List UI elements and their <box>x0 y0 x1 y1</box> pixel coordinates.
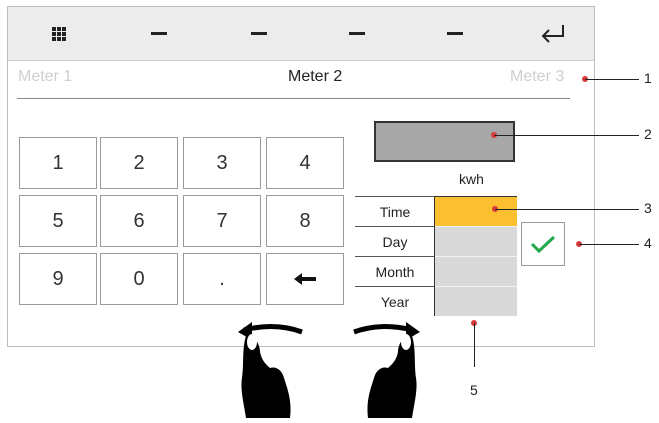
callout-number-5: 5 <box>470 382 478 398</box>
callout-line-3 <box>495 209 639 210</box>
key-6[interactable]: 6 <box>100 195 178 247</box>
key-9[interactable]: 9 <box>19 253 97 305</box>
device-screen: Meter 1 Meter 2 Meter 3 1 2 3 4 5 6 7 8 … <box>7 6 595 347</box>
key-0[interactable]: 0 <box>100 253 178 305</box>
toolbar-slot-1[interactable] <box>139 7 179 60</box>
key-4[interactable]: 4 <box>266 137 344 189</box>
key-5[interactable]: 5 <box>19 195 97 247</box>
callout-line-4 <box>579 244 639 245</box>
tab-divider <box>17 98 570 99</box>
tab-meter-3[interactable]: Meter 3 <box>510 67 564 87</box>
key-backspace[interactable] <box>266 253 344 305</box>
key-7[interactable]: 7 <box>183 195 261 247</box>
toolbar-slot-4[interactable] <box>435 7 475 60</box>
tab-meter-2[interactable]: Meter 2 <box>288 67 342 87</box>
checkmark-icon <box>530 235 556 254</box>
toolbar-slot-3[interactable] <box>337 7 377 60</box>
confirm-button[interactable] <box>521 222 565 266</box>
callout-number-4: 4 <box>644 235 652 251</box>
swipe-right-hand-icon <box>353 322 420 418</box>
callout-line-2 <box>494 135 639 136</box>
toolbar-slot-2[interactable] <box>239 7 279 60</box>
tab-meter-1[interactable]: Meter 1 <box>18 67 72 87</box>
swipe-left-hand-icon <box>238 322 303 418</box>
unit-label: kwh <box>459 171 484 187</box>
key-decimal[interactable]: . <box>183 253 261 305</box>
callout-line-5 <box>474 323 475 367</box>
callout-number-1: 1 <box>644 70 652 86</box>
top-toolbar <box>8 7 594 61</box>
callout-line-1 <box>585 79 639 80</box>
backspace-arrow-icon <box>294 273 316 285</box>
meter-tabs: Meter 1 Meter 2 Meter 3 <box>8 67 594 97</box>
callout-number-3: 3 <box>644 200 652 216</box>
dash-icon <box>251 32 267 35</box>
period-label-month[interactable]: Month <box>355 256 435 287</box>
return-arrow-icon <box>541 24 564 43</box>
period-value-month[interactable] <box>435 256 517 286</box>
period-value-time[interactable] <box>435 196 517 226</box>
callout-number-2: 2 <box>644 126 652 142</box>
swipe-gesture-illustration <box>238 322 420 418</box>
key-2[interactable]: 2 <box>100 137 178 189</box>
dash-icon <box>151 32 167 35</box>
period-label-day[interactable]: Day <box>355 226 435 257</box>
period-label-time[interactable]: Time <box>355 196 435 227</box>
period-value-day[interactable] <box>435 226 517 256</box>
dash-icon <box>349 32 365 35</box>
value-column-border <box>434 196 435 316</box>
key-3[interactable]: 3 <box>183 137 261 189</box>
return-button[interactable] <box>533 7 573 60</box>
value-display <box>374 121 515 162</box>
key-8[interactable]: 8 <box>266 195 344 247</box>
dash-icon <box>447 32 463 35</box>
keypad-grid-icon[interactable] <box>39 7 79 60</box>
key-1[interactable]: 1 <box>19 137 97 189</box>
period-value-year[interactable] <box>435 286 517 316</box>
period-label-year[interactable]: Year <box>355 286 435 317</box>
